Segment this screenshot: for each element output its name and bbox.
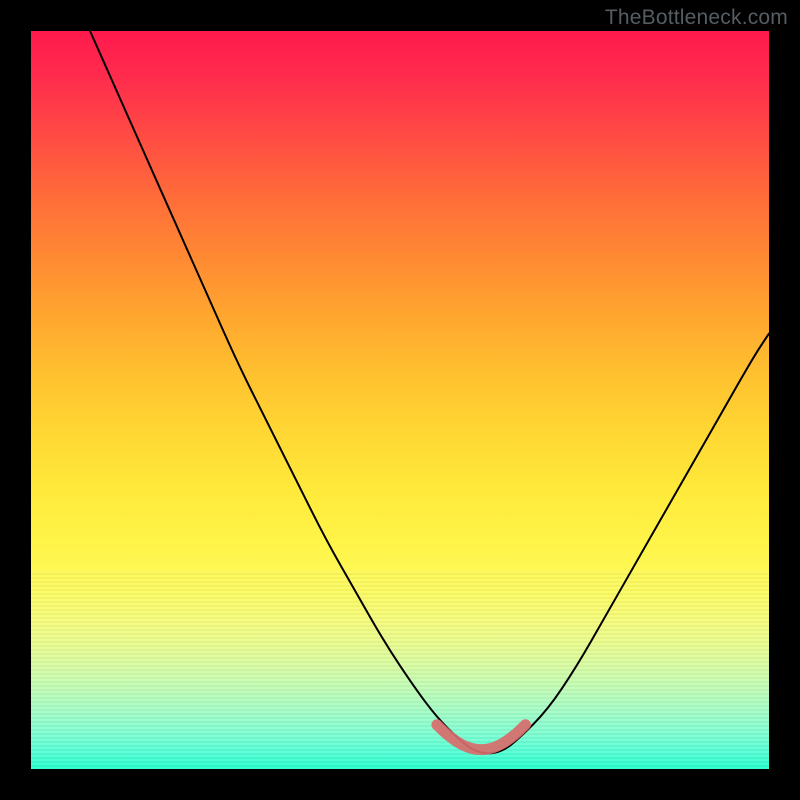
curve-svg: [31, 31, 769, 769]
watermark-text: TheBottleneck.com: [605, 6, 788, 30]
bottleneck-curve-path: [90, 31, 769, 753]
chart-frame: TheBottleneck.com: [0, 0, 800, 800]
optimal-zone-path: [437, 725, 526, 750]
plot-area: [31, 31, 769, 769]
